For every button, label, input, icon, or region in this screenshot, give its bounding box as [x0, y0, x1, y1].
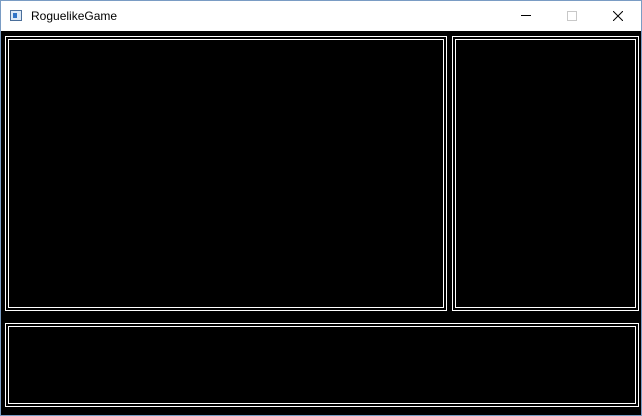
map-panel[interactable]: [5, 36, 447, 311]
title-bar[interactable]: RoguelikeGame: [1, 1, 641, 31]
maximize-button[interactable]: [549, 1, 595, 31]
app-window-icon[interactable]: [10, 10, 22, 21]
window-title: RoguelikeGame: [31, 9, 118, 23]
app-window: RoguelikeGame: [0, 0, 642, 416]
close-button[interactable]: [595, 1, 641, 31]
minimize-icon: [521, 15, 531, 16]
message-log-panel: [5, 323, 639, 407]
maximize-icon: [567, 11, 577, 21]
close-icon: [613, 11, 623, 21]
minimize-button[interactable]: [503, 1, 549, 31]
game-viewport[interactable]: [1, 31, 641, 415]
side-panel: [452, 36, 639, 311]
